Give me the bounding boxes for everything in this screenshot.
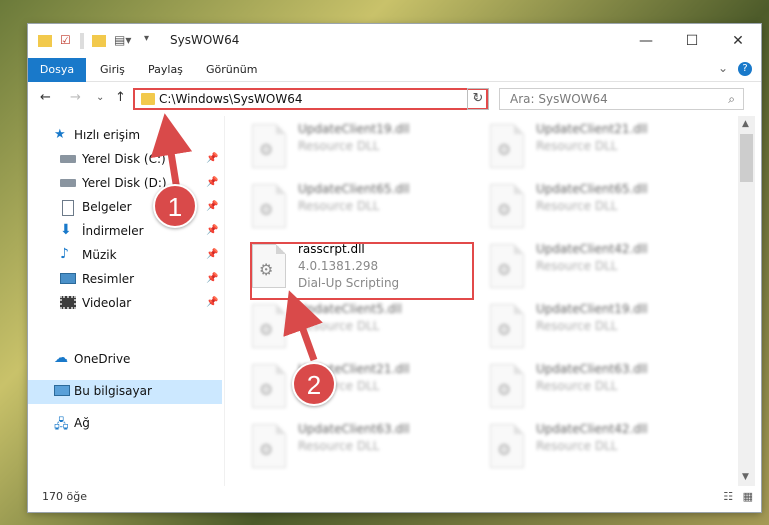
step-badge-1: 1 [153,184,197,228]
arrow-to-dll-file [283,290,323,362]
annotation-arrows [150,113,323,362]
step-badge-2: 2 [292,362,336,406]
